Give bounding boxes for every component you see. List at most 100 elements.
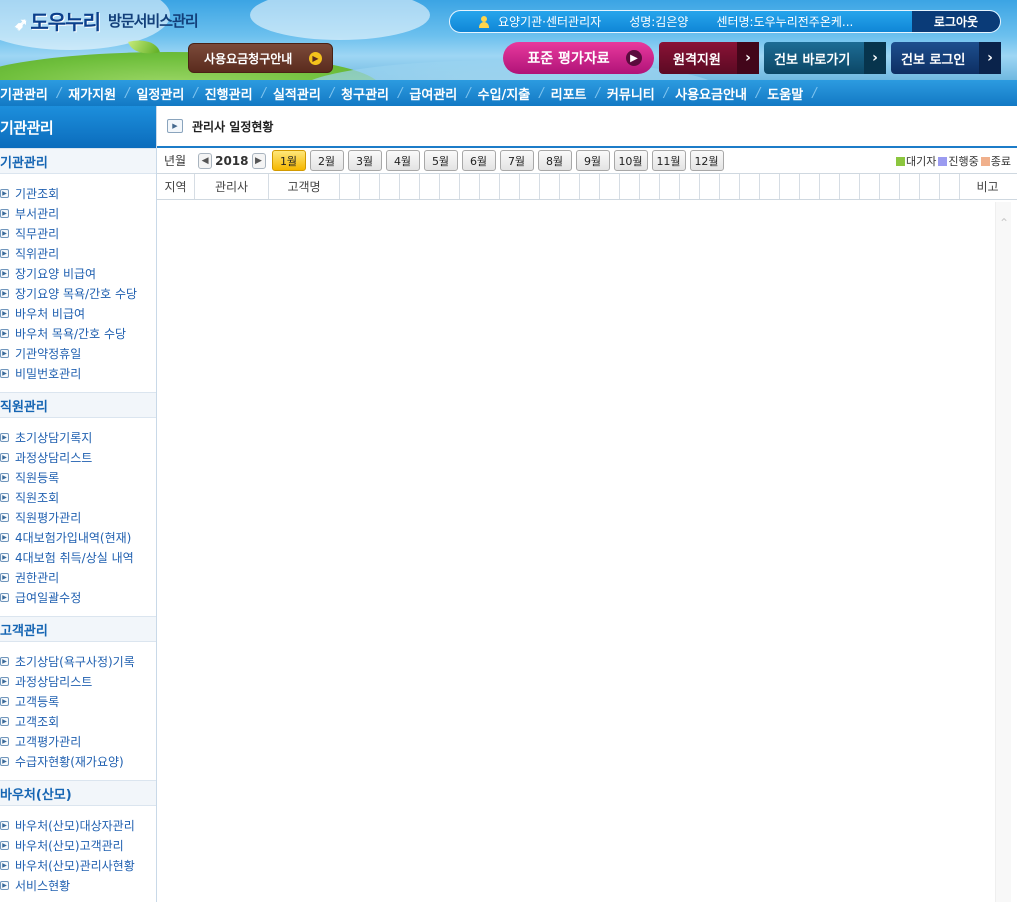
sidebar-item-initial-consult[interactable]: ▶ 초기상담기록지: [0, 427, 156, 447]
arrow-right-icon: ▶: [0, 512, 9, 522]
arrow-right-icon: ▶: [0, 368, 9, 378]
arrow-right-icon: ▶: [0, 248, 9, 258]
sidebar-item-customer-process-consult[interactable]: ▶ 과정상담리스트: [0, 671, 156, 691]
sidebar-item-label: 바우처 목욕/간호 수당: [15, 326, 127, 341]
next-year-button[interactable]: ▶: [251, 152, 266, 169]
sidebar-item-password[interactable]: ▶ 비밀번호관리: [0, 363, 156, 383]
month-button-7[interactable]: 7월: [499, 150, 534, 171]
day-column: [740, 174, 760, 199]
nav-separator: /: [595, 85, 600, 101]
sidebar-item-holidays[interactable]: ▶ 기관약정휴일: [0, 343, 156, 363]
nav-item-community[interactable]: 커뮤니티 /: [607, 84, 675, 103]
sidebar-item-service-status[interactable]: ▶ 서비스현황: [0, 875, 156, 895]
logout-button[interactable]: 로그아웃: [912, 11, 1000, 32]
nav-item-schedule[interactable]: 일정관리 /: [136, 84, 204, 103]
month-button-5[interactable]: 5월: [423, 150, 458, 171]
sidebar-item-customer-register[interactable]: ▶ 고객등록: [0, 691, 156, 711]
sidebar-section-org[interactable]: 기관관리: [0, 148, 156, 174]
cloud-decoration: [250, 0, 430, 40]
year-value: 2018: [215, 153, 249, 168]
nav-item-fee-guide[interactable]: 사용요금안내 /: [675, 84, 767, 103]
month-button-12[interactable]: 12월: [689, 150, 724, 171]
nav-label: 급여관리: [409, 87, 458, 103]
sidebar-item-dept[interactable]: ▶ 부서관리: [0, 203, 156, 223]
nav-item-income-expense[interactable]: 수입/지출 /: [478, 84, 551, 103]
health-login-button[interactable]: 건보 로그인 ›: [891, 42, 1001, 74]
arrow-right-icon: ▶: [0, 432, 9, 442]
site-logo[interactable]: ➶ 도우누리 방문서비스관리: [14, 6, 199, 35]
month-button-4[interactable]: 4월: [385, 150, 420, 171]
nav-label: 기관관리: [0, 87, 48, 103]
sidebar-item-duty[interactable]: ▶ 직무관리: [0, 223, 156, 243]
sidebar-item-voucher-manager[interactable]: ▶ 바우처(산모)관리사현황: [0, 855, 156, 875]
sidebar-item-org-lookup[interactable]: ▶ 기관조회: [0, 183, 156, 203]
chevron-up-icon[interactable]: ⌃: [999, 217, 1009, 229]
nav-label: 사용요금안내: [675, 87, 747, 103]
sidebar-item-staff-register[interactable]: ▶ 직원등록: [0, 467, 156, 487]
sidebar-item-bulk-pay[interactable]: ▶ 급여일괄수정: [0, 587, 156, 607]
schedule-table-body: ⌃: [157, 202, 1017, 902]
sidebar-section-voucher[interactable]: 바우처(산모): [0, 780, 156, 806]
chevron-right-icon: ›: [979, 42, 1001, 74]
sidebar-item-label: 비밀번호관리: [15, 366, 82, 381]
sidebar-item-insurance-history[interactable]: ▶ 4대보험 취득/상실 내역: [0, 547, 156, 567]
org-type: 요양기관·센터관리자: [498, 15, 602, 29]
prev-year-button[interactable]: ◀: [198, 152, 213, 169]
arrow-right-icon: ▶: [0, 716, 9, 726]
sidebar-item-ltc-noncovered[interactable]: ▶ 장기요양 비급여: [0, 263, 156, 283]
month-button-1[interactable]: 1월: [271, 150, 306, 171]
nav-item-home-support[interactable]: 재가지원 /: [68, 84, 136, 103]
sidebar-item-customer-lookup[interactable]: ▶ 고객조회: [0, 711, 156, 731]
standard-eval-button[interactable]: 표준 평가자료 ▶: [503, 42, 654, 74]
sidebar-item-process-consult[interactable]: ▶ 과정상담리스트: [0, 447, 156, 467]
fee-guide-button[interactable]: 사용요금청구안내 ▶: [188, 43, 333, 73]
arrow-right-icon: ▶: [0, 348, 9, 358]
arrow-right-icon: ▶: [626, 50, 642, 66]
fee-guide-label: 사용요금청구안내: [204, 51, 293, 66]
nav-separator: /: [539, 85, 544, 101]
sidebar-item-staff-lookup[interactable]: ▶ 직원조회: [0, 487, 156, 507]
sidebar-item-ltc-allowance[interactable]: ▶ 장기요양 목욕/간호 수당: [0, 283, 156, 303]
legend-label: 진행중: [948, 155, 979, 168]
nav-separator: /: [193, 85, 198, 101]
sidebar-item-voucher-allowance[interactable]: ▶ 바우처 목욕/간호 수당: [0, 323, 156, 343]
sidebar-item-position[interactable]: ▶ 직위관리: [0, 243, 156, 263]
day-column: [400, 174, 420, 199]
month-button-9[interactable]: 9월: [575, 150, 610, 171]
sidebar-item-insurance-current[interactable]: ▶ 4대보험가입내역(현재): [0, 527, 156, 547]
nav-label: 리포트: [550, 87, 587, 103]
nav-item-progress[interactable]: 진행관리 /: [205, 84, 273, 103]
month-button-6[interactable]: 6월: [461, 150, 496, 171]
remote-support-button[interactable]: 원격지원 ›: [659, 42, 759, 74]
nav-item-help[interactable]: 도움말 /: [767, 84, 823, 103]
day-columns: [340, 174, 960, 199]
sidebar-item-label: 권한관리: [15, 570, 60, 585]
sidebar-item-voucher-target[interactable]: ▶ 바우처(산모)대상자관리: [0, 815, 156, 835]
sidebar-item-needs-assessment[interactable]: ▶ 초기상담(욕구사정)기록: [0, 651, 156, 671]
sidebar-item-recipient-status[interactable]: ▶ 수급자현황(재가요양): [0, 751, 156, 771]
month-button-3[interactable]: 3월: [347, 150, 382, 171]
arrow-right-icon: ▶: [0, 208, 9, 218]
month-button-11[interactable]: 11월: [651, 150, 686, 171]
sidebar-item-staff-eval[interactable]: ▶ 직원평가관리: [0, 507, 156, 527]
nav-item-report[interactable]: 리포트 /: [551, 84, 607, 103]
day-column: [640, 174, 660, 199]
sidebar-item-permissions[interactable]: ▶ 권한관리: [0, 567, 156, 587]
sidebar-list-staff: ▶ 초기상담기록지 ▶ 과정상담리스트 ▶ 직원등록 ▶ 직원조회 ▶ 직원평가관리 ▶ 4…: [0, 418, 156, 616]
sidebar-item-voucher-customer[interactable]: ▶ 바우처(산모)고객관리: [0, 835, 156, 855]
scrollbar[interactable]: ⌃: [995, 202, 1011, 902]
nav-item-performance[interactable]: 실적관리 /: [273, 84, 341, 103]
sidebar-section-customer[interactable]: 고객관리: [0, 616, 156, 642]
nav-item-payroll[interactable]: 급여관리 /: [409, 84, 477, 103]
sidebar-item-customer-eval[interactable]: ▶ 고객평가관리: [0, 731, 156, 751]
health-insurance-link-button[interactable]: 건보 바로가기 ›: [764, 42, 886, 74]
nav-item-org[interactable]: 기관관리 /: [0, 84, 68, 103]
nav-item-billing[interactable]: 청구관리 /: [341, 84, 409, 103]
month-button-2[interactable]: 2월: [309, 150, 344, 171]
nav-label: 도움말: [767, 87, 804, 103]
sidebar-item-voucher-noncovered[interactable]: ▶ 바우처 비급여: [0, 303, 156, 323]
sidebar-section-staff[interactable]: 직원관리: [0, 392, 156, 418]
nav-separator: /: [398, 85, 403, 101]
month-button-10[interactable]: 10월: [613, 150, 648, 171]
month-button-8[interactable]: 8월: [537, 150, 572, 171]
